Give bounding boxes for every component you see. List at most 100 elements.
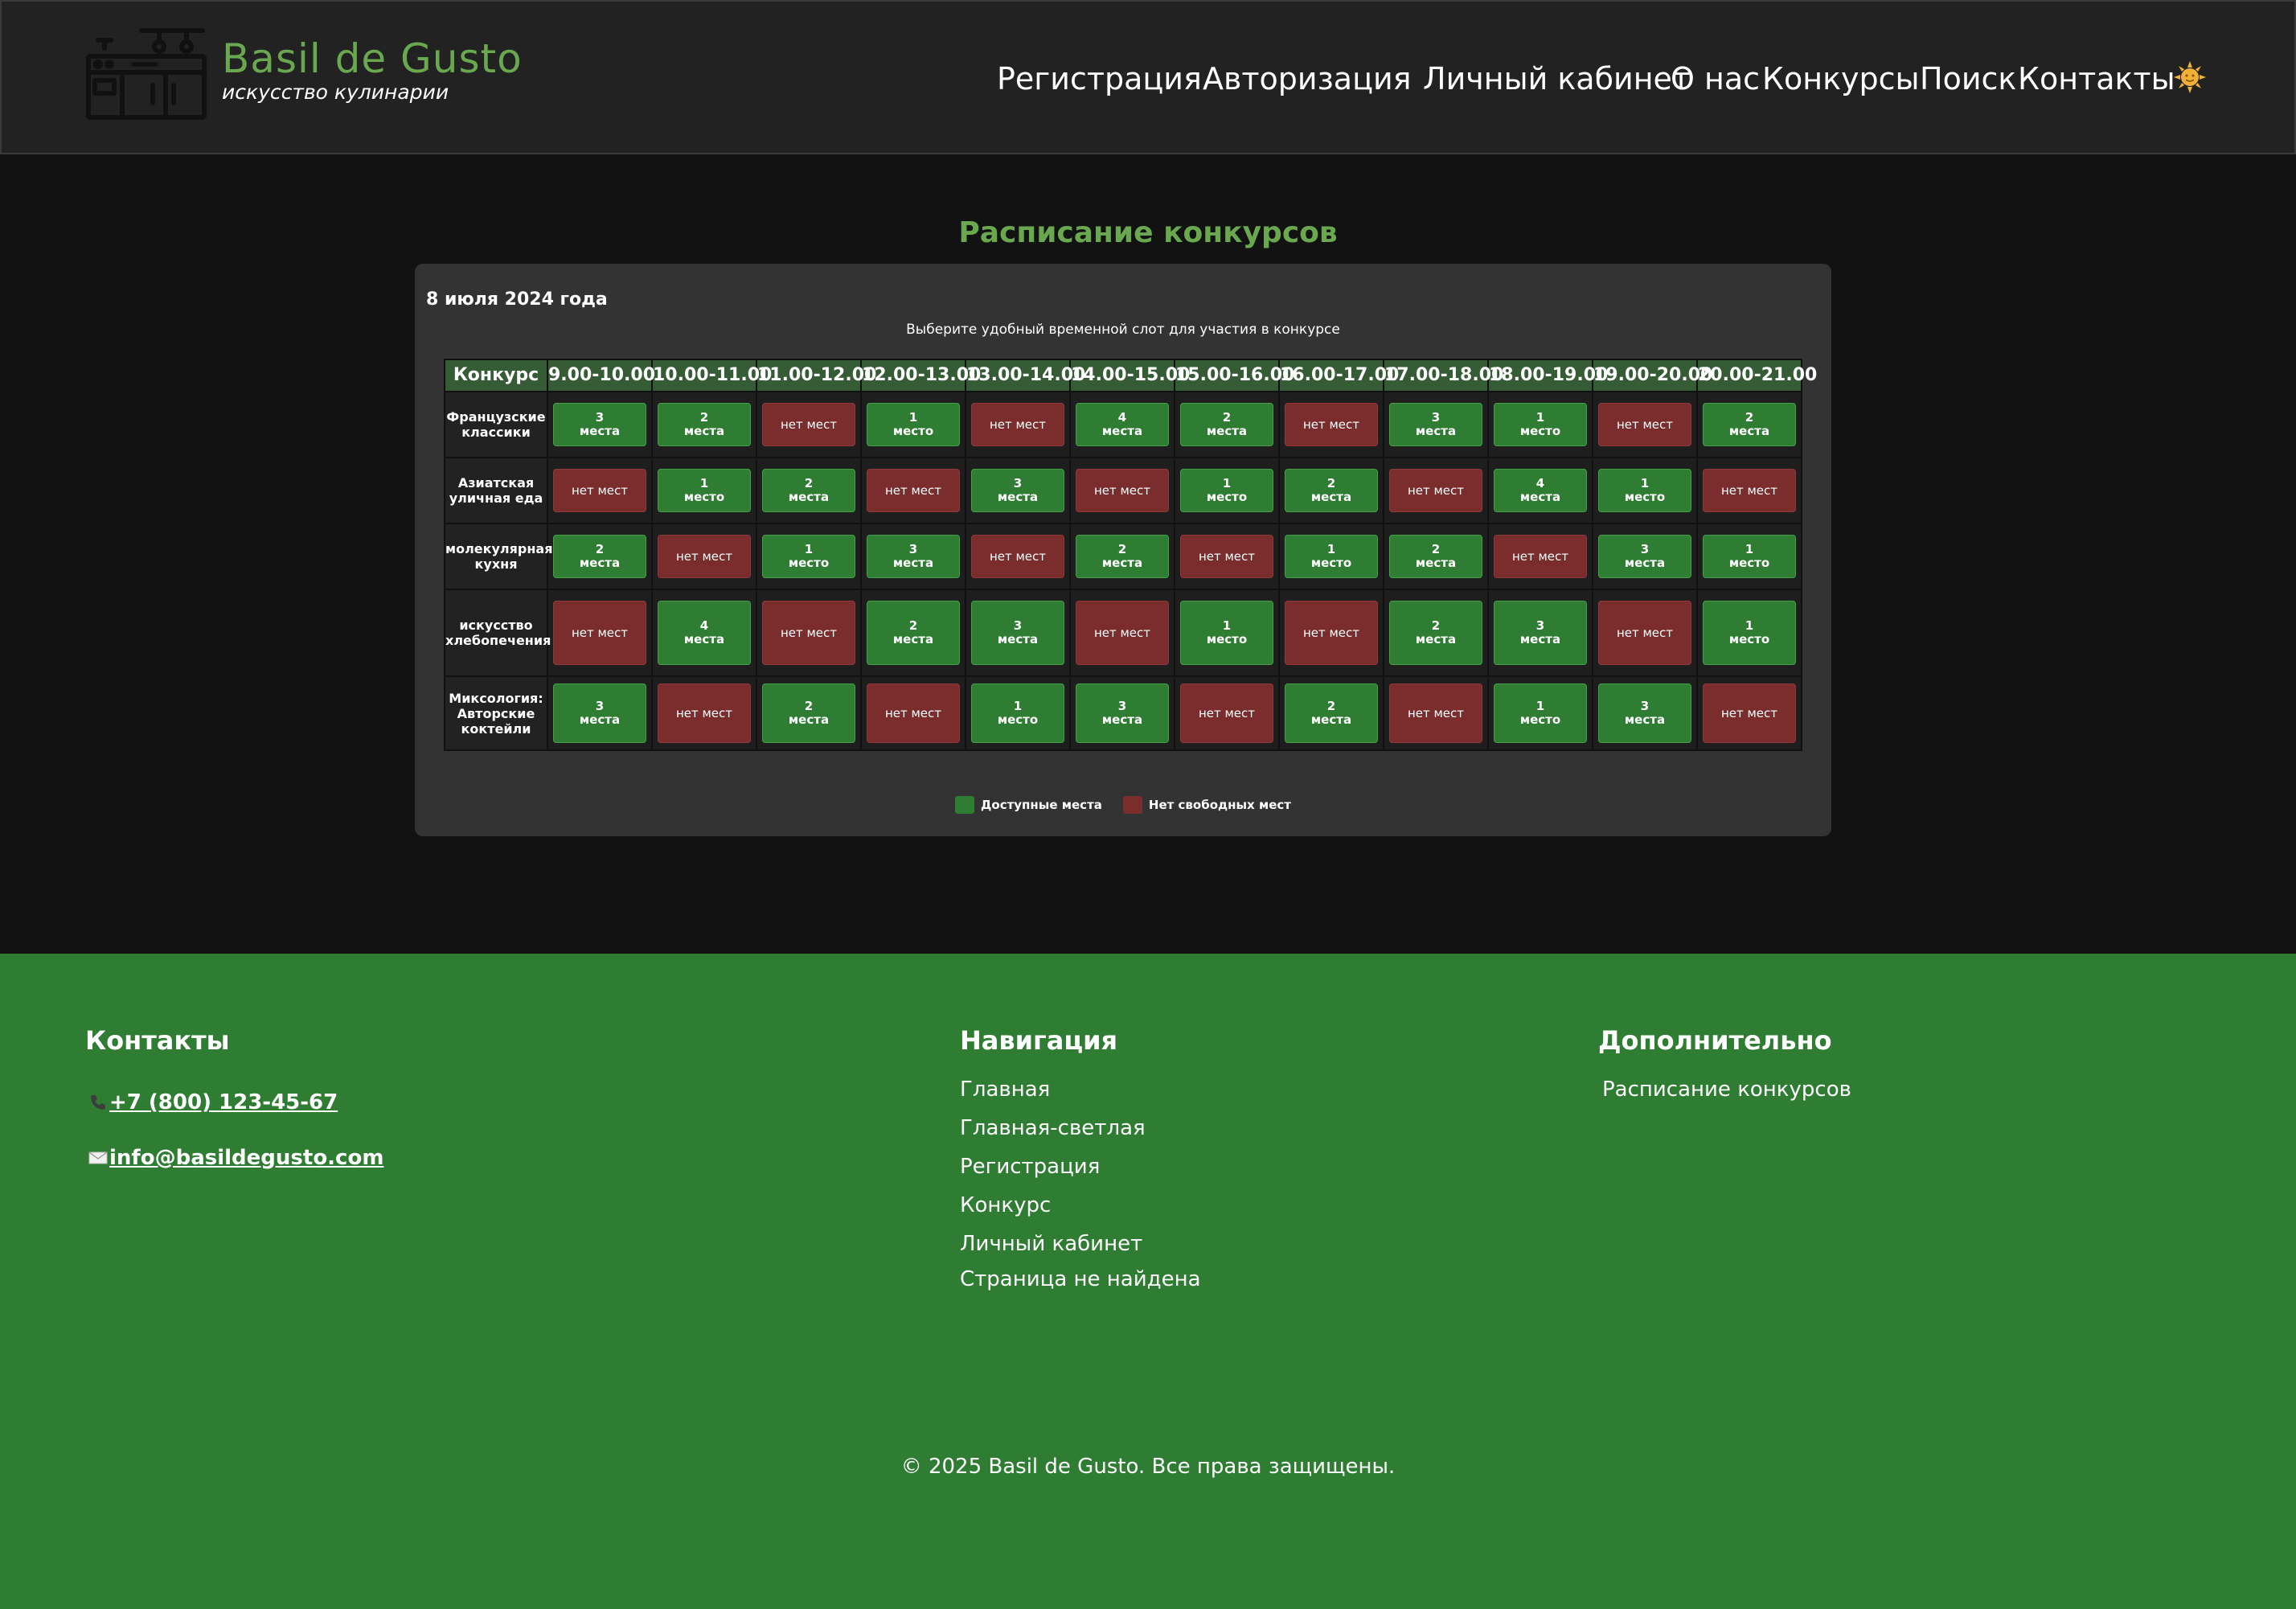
table-row: молекулярная кухня 2 места нет мест 1 место 3 м…	[444, 523, 1802, 590]
slot-full-button[interactable]: нет мест	[867, 469, 960, 512]
slot-available-button[interactable]: 1 место	[1703, 535, 1796, 578]
slot-full-button[interactable]: нет мест	[1389, 683, 1482, 743]
footer-link-account[interactable]: Личный кабинет	[960, 1230, 1142, 1258]
footer-phone-link[interactable]: +7 (800) 123-45-67	[88, 1089, 338, 1116]
nav-about[interactable]: О нас	[1671, 58, 1760, 100]
slot-full-button[interactable]: нет мест	[1703, 683, 1796, 743]
slot-full-button[interactable]: нет мест	[1285, 601, 1378, 665]
slot-available-button[interactable]: 4 места	[1076, 403, 1169, 446]
slot-full-button[interactable]: нет мест	[867, 683, 960, 743]
slot-full-button[interactable]: нет мест	[1076, 469, 1169, 512]
slot-available-button[interactable]: 1 место	[1598, 469, 1691, 512]
footer-link-schedule[interactable]: Расписание конкурсов	[1602, 1076, 1851, 1103]
slot-full-button[interactable]: нет мест	[1285, 403, 1378, 446]
slot-full-button[interactable]: нет мест	[762, 403, 855, 446]
slot-available-button[interactable]: 3 места	[971, 601, 1064, 665]
slot-full-button[interactable]: нет мест	[1389, 469, 1482, 512]
slot-full-button[interactable]: нет мест	[1494, 535, 1587, 578]
slot-count: 3	[908, 542, 918, 556]
slot-full-button[interactable]: нет мест	[971, 535, 1064, 578]
slot-full-button[interactable]: нет мест	[762, 601, 855, 665]
slot-available-button[interactable]: 3 места	[1598, 535, 1691, 578]
slot-cell: нет мест	[547, 457, 653, 524]
footer-link-not-found[interactable]: Страница не найдена	[960, 1266, 1201, 1293]
slot-full-text: нет мест	[1093, 482, 1151, 498]
footer-link-home-light[interactable]: Главная-светлая	[960, 1114, 1146, 1142]
slot-available-button[interactable]: 2 места	[1389, 535, 1482, 578]
slot-available-button[interactable]: 1 место	[1703, 601, 1796, 665]
slot-available-button[interactable]: 2 места	[553, 535, 646, 578]
slot-count: 2	[1745, 410, 1754, 425]
slot-available-button[interactable]: 1 место	[762, 535, 855, 578]
slot-available-button[interactable]: 2 места	[867, 601, 960, 665]
slot-full-button[interactable]: нет мест	[658, 683, 751, 743]
slot-available-button[interactable]: 1 место	[1285, 535, 1378, 578]
slot-available-button[interactable]: 3 места	[553, 683, 646, 743]
slot-available-button[interactable]: 3 места	[1598, 683, 1691, 743]
footer-extra-heading: Дополнительно	[1598, 1025, 1832, 1056]
footer-email-link[interactable]: info@basildegusto.com	[88, 1144, 383, 1172]
slot-full-button[interactable]: нет мест	[1180, 535, 1273, 578]
slot-available-button[interactable]: 2 места	[1389, 601, 1482, 665]
slot-full-button[interactable]: нет мест	[553, 601, 646, 665]
slot-available-button[interactable]: 3 места	[553, 403, 646, 446]
slot-available-button[interactable]: 3 места	[867, 535, 960, 578]
slot-cell: 3 места	[1487, 589, 1593, 677]
slot-available-button[interactable]: 1 место	[658, 469, 751, 512]
slot-cell: 1 место	[1696, 589, 1802, 677]
slot-available-button[interactable]: 2 места	[1285, 683, 1378, 743]
slot-available-button[interactable]: 1 место	[1180, 469, 1273, 512]
slot-available-button[interactable]: 2 места	[658, 403, 751, 446]
slot-full-button[interactable]: нет мест	[1598, 601, 1691, 665]
slot-full-button[interactable]: нет мест	[1076, 601, 1169, 665]
slot-cell: 2 места	[1383, 523, 1489, 590]
slot-available-button[interactable]: 1 место	[867, 403, 960, 446]
slot-available-button[interactable]: 4 места	[1494, 469, 1587, 512]
nav-contests[interactable]: Конкурсы	[1762, 58, 1920, 100]
schedule-header-row: Конкурс 9.00-10.00 10.00-11.00 11.00-12.00…	[444, 359, 1817, 392]
slot-full-button[interactable]: нет мест	[971, 403, 1064, 446]
slot-available-button[interactable]: 1 место	[971, 683, 1064, 743]
slot-full-button[interactable]: нет мест	[1598, 403, 1691, 446]
slot-count: 3	[1431, 410, 1441, 425]
slot-available-button[interactable]: 2 места	[762, 683, 855, 743]
slot-full-button[interactable]: нет мест	[1180, 683, 1273, 743]
slot-available-button[interactable]: 3 места	[1494, 601, 1587, 665]
slot-available-button[interactable]: 1 место	[1494, 683, 1587, 743]
footer-link-home[interactable]: Главная	[960, 1076, 1050, 1103]
slot-available-button[interactable]: 3 места	[971, 469, 1064, 512]
footer-link-registration[interactable]: Регистрация	[960, 1153, 1100, 1180]
slot-available-button[interactable]: 4 места	[658, 601, 751, 665]
slot-full-button[interactable]: нет мест	[553, 469, 646, 512]
nav-contacts[interactable]: Контакты	[2018, 58, 2175, 100]
slot-cell: нет мест	[651, 675, 757, 751]
slot-available-button[interactable]: 1 место	[1494, 403, 1587, 446]
slot-available-button[interactable]: 2 места	[1180, 403, 1273, 446]
slot-available-button[interactable]: 1 место	[1180, 601, 1273, 665]
column-header-contest: Конкурс	[444, 359, 548, 392]
nav-login[interactable]: Авторизация	[1203, 58, 1412, 100]
nav-search[interactable]: Поиск	[1920, 58, 2016, 100]
legend-label-unavailable: Нет свободных мест	[1148, 798, 1291, 812]
slot-count-word: места	[1310, 712, 1352, 727]
nav-account[interactable]: Личный кабинет	[1423, 58, 1690, 100]
footer-link-contest[interactable]: Конкурс	[960, 1192, 1051, 1219]
slot-available-button[interactable]: 2 места	[1285, 469, 1378, 512]
slot-available-button[interactable]: 2 места	[1703, 403, 1796, 446]
nav-registration[interactable]: Регистрация	[997, 58, 1202, 100]
slot-count: 1	[908, 410, 918, 425]
slot-count-word: место	[997, 712, 1039, 727]
slot-full-button[interactable]: нет мест	[658, 535, 751, 578]
column-header-time: 17.00-18.00	[1383, 359, 1503, 392]
phone-icon	[91, 1095, 105, 1110]
sun-icon[interactable]	[2174, 61, 2206, 93]
slot-count-word: места	[1624, 712, 1666, 727]
slot-full-button[interactable]: нет мест	[1703, 469, 1796, 512]
slot-available-button[interactable]: 2 места	[762, 469, 855, 512]
schedule-subtitle: Выберите удобный временной слот для учас…	[906, 322, 1340, 338]
slot-available-button[interactable]: 3 места	[1076, 683, 1169, 743]
slot-available-button[interactable]: 2 места	[1076, 535, 1169, 578]
slot-available-button[interactable]: 3 места	[1389, 403, 1482, 446]
kitchen-stove-icon[interactable]	[85, 26, 207, 121]
site-footer: Контакты +7 (800) 123-45-67 info@basilde…	[0, 954, 2296, 1609]
